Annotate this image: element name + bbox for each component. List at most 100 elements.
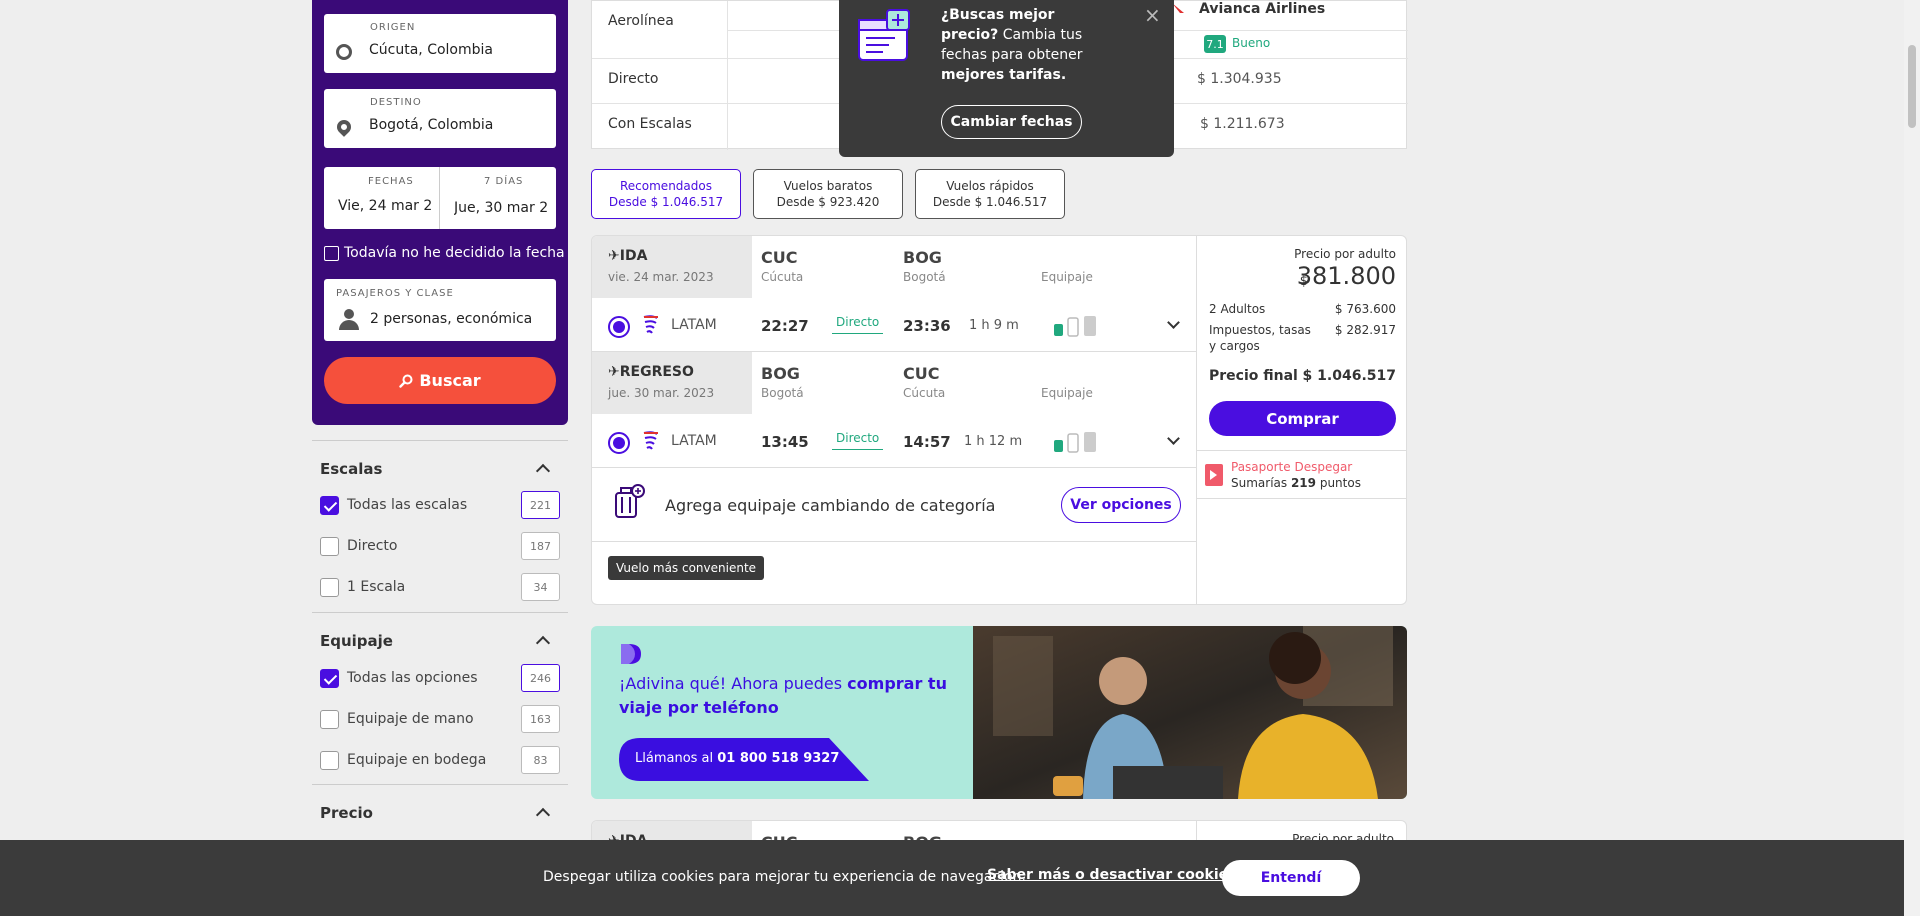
sort-tab-subtitle: Desde $ 1.046.517 — [932, 195, 1048, 209]
tooltip-line: ¿Buscas mejor — [941, 7, 1055, 23]
cookie-settings-link[interactable]: Saber más o desactivar cookies. — [987, 867, 1242, 883]
checkbox[interactable] — [320, 709, 339, 729]
undecided-date-checkbox[interactable]: Todavía no he decidido la fecha — [324, 245, 565, 261]
table-row-label: Aerolínea — [608, 13, 674, 29]
chevron-down-icon[interactable] — [1167, 316, 1180, 329]
passport-points-suffix: puntos — [1316, 476, 1361, 490]
banner-text: ¡Adivina qué! Ahora puedes comprar tu vi… — [619, 672, 949, 720]
sort-tab-cheapest[interactable]: Vuelos baratos Desde $ 923.420 — [753, 169, 903, 219]
filter-option[interactable]: Todas las escalas 221 — [320, 490, 560, 520]
scrollbar-thumb[interactable] — [1908, 45, 1916, 128]
outbound-header: ✈IDA vie. 24 mar. 2023 — [592, 236, 752, 298]
return-date[interactable]: Jue, 30 mar 2 — [454, 200, 549, 216]
tooltip-line: mejores tarifas. — [941, 67, 1067, 83]
filter-option[interactable]: Directo 187 — [320, 531, 560, 561]
taxes-row: Impuestos, tasas y cargos $ 282.917 — [1209, 322, 1396, 354]
outbound-title-text: IDA — [619, 248, 648, 264]
tooltip-line: fechas para obtener — [941, 47, 1083, 63]
location-pin-icon — [334, 117, 354, 137]
filter-option[interactable]: Todas las opciones 246 — [320, 663, 560, 693]
days-label: 7 DÍAS — [484, 176, 524, 187]
search-button[interactable]: Buscar — [324, 357, 556, 404]
checkbox[interactable] — [320, 536, 339, 556]
chevron-down-icon[interactable] — [1167, 432, 1180, 445]
price-divider — [1197, 498, 1406, 499]
airline-name[interactable]: Avianca Airlines — [1199, 1, 1325, 17]
luggage-label: Equipaje — [1041, 386, 1093, 400]
destination-city: Cúcuta — [903, 386, 946, 400]
flight-duration: 1 h 12 m — [964, 434, 1023, 449]
departure-time: 13:45 — [761, 433, 809, 451]
filter-count: 34 — [521, 573, 560, 601]
return-title: ✈REGRESO — [608, 364, 694, 380]
sort-tab-recommended[interactable]: Recomendados Desde $ 1.046.517 — [591, 169, 741, 219]
search-button-label: Buscar — [419, 371, 481, 390]
despegar-logo-icon — [621, 644, 641, 664]
taxes-label: Impuestos, tasas — [1209, 323, 1311, 337]
close-icon[interactable]: × — [1144, 3, 1161, 27]
person-icon — [338, 309, 360, 331]
passport-points-prefix: Sumarías — [1231, 476, 1291, 490]
origin-circle-icon — [336, 44, 352, 60]
passport-title[interactable]: Pasaporte Despegar — [1231, 460, 1352, 474]
destination-value: Bogotá, Colombia — [369, 117, 494, 133]
passengers-field[interactable]: PASAJEROS Y CLASE 2 personas, económica — [324, 279, 556, 341]
destination-field[interactable]: DESTINO Bogotá, Colombia — [324, 89, 556, 148]
table-row-label: Directo — [608, 71, 659, 87]
chevron-up-icon[interactable] — [535, 807, 551, 823]
filter-count: 221 — [521, 491, 560, 519]
price-column: Precio por adulto $ 381.800 2 Adultos $ … — [1197, 236, 1406, 604]
chevron-up-icon[interactable] — [535, 635, 551, 651]
outbound-radio[interactable] — [608, 316, 630, 338]
rating-text: Bueno — [1232, 36, 1271, 50]
direct-price[interactable]: $ 1.304.935 — [1197, 71, 1282, 87]
chevron-up-icon[interactable] — [535, 463, 551, 479]
undecided-label: Todavía no he decidido la fecha — [344, 245, 565, 261]
table-divider — [727, 1, 728, 150]
luggage-upsell-text: Agrega equipaje cambiando de categoría — [665, 496, 996, 515]
stops-filter-title: Escalas — [320, 460, 383, 478]
sort-tab-fastest[interactable]: Vuelos rápidos Desde $ 1.046.517 — [915, 169, 1065, 219]
with-stops-price[interactable]: $ 1.211.673 — [1200, 116, 1285, 132]
sort-tab-subtitle: Desde $ 923.420 — [776, 195, 880, 209]
origin-field[interactable]: ORIGEN Cúcuta, Colombia — [324, 14, 556, 73]
buy-button[interactable]: Comprar — [1209, 401, 1396, 436]
phone-sales-banner[interactable]: ¡Adivina qué! Ahora puedes comprar tu vi… — [591, 626, 1407, 799]
depart-date[interactable]: Vie, 24 mar 2 — [338, 198, 433, 214]
return-radio[interactable] — [608, 432, 630, 454]
passport-icon — [1205, 464, 1223, 486]
departure-time: 22:27 — [761, 317, 809, 335]
price-filter: Precio — [312, 784, 568, 844]
adults-row: 2 Adultos $ 763.600 — [1209, 302, 1396, 316]
banner-text-prefix: ¡Adivina qué! Ahora puedes — [619, 674, 848, 693]
cookie-bar: Despegar utiliza cookies para mejorar tu… — [0, 840, 1904, 916]
search-panel: ORIGEN Cúcuta, Colombia DESTINO Bogotá, … — [312, 0, 568, 425]
checkbox[interactable] — [320, 668, 339, 688]
arrival-time: 14:57 — [903, 433, 951, 451]
checkbox[interactable] — [320, 577, 339, 597]
per-adult-label: Precio por adulto — [1294, 247, 1396, 261]
scrollbar[interactable] — [1904, 0, 1920, 916]
change-dates-button[interactable]: Cambiar fechas — [941, 105, 1082, 139]
stops-filter: Escalas Todas las escalas 221 Directo 18… — [312, 440, 568, 612]
undecided-checkbox-box[interactable] — [324, 245, 339, 261]
final-price-row: Precio final $ 1.046.517 — [1209, 368, 1396, 384]
rating-score: 7.1 — [1204, 35, 1226, 53]
direct-label: Directo — [832, 315, 884, 334]
view-options-button[interactable]: Ver opciones — [1061, 487, 1181, 523]
final-price-value: $ 1.046.517 — [1302, 368, 1396, 384]
passport-points: Sumarías 219 puntos — [1231, 476, 1361, 490]
flight-result-card: ✈IDA vie. 24 mar. 2023 CUC Cúcuta BOG Bo… — [591, 235, 1407, 605]
call-us-text[interactable]: Llámanos al 01 800 518 9327 — [635, 751, 839, 766]
filter-option[interactable]: Equipaje en bodega 83 — [320, 745, 560, 775]
checkbox[interactable] — [320, 495, 339, 515]
origin-value: Cúcuta, Colombia — [369, 42, 493, 58]
filter-option[interactable]: Equipaje de mano 163 — [320, 704, 560, 734]
outbound-date: vie. 24 mar. 2023 — [608, 270, 714, 284]
filter-option[interactable]: 1 Escala 34 — [320, 572, 560, 602]
accept-cookies-button[interactable]: Entendí — [1222, 860, 1360, 896]
luggage-icons — [1054, 432, 1096, 453]
filter-option-label: Equipaje en bodega — [347, 752, 487, 768]
checkbox[interactable] — [320, 750, 339, 770]
passengers-value: 2 personas, económica — [370, 311, 533, 327]
